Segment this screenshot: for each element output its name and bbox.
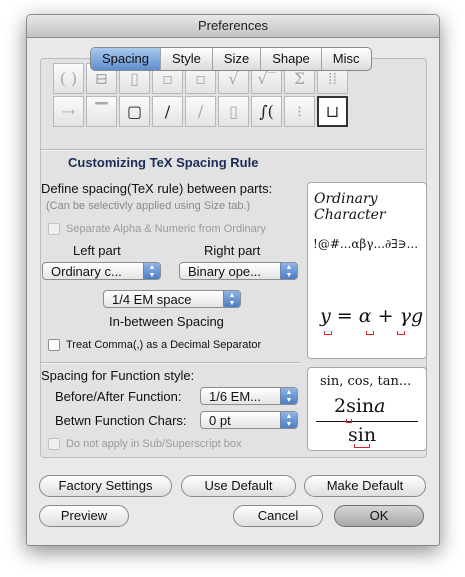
num-coef: 2 bbox=[334, 395, 347, 417]
popup-arrows-icon: ▲ ▼ bbox=[280, 412, 297, 428]
separate-alpha-label: Separate Alpha & Numeric from Ordinary bbox=[66, 223, 266, 235]
divider-top bbox=[41, 149, 425, 151]
in-between-spacing-select[interactable]: 1/4 EM space ▲ ▼ bbox=[103, 290, 241, 308]
left-part-select[interactable]: Ordinary c... ▲ ▼ bbox=[42, 262, 161, 280]
tab-size[interactable]: Size bbox=[213, 48, 262, 70]
tab-style[interactable]: Style bbox=[161, 48, 213, 70]
define-spacing-label: Define spacing(TeX rule) between parts: bbox=[41, 181, 273, 196]
no-subscript-checkbox[interactable]: Do not apply in Sub/Superscript box bbox=[48, 438, 242, 450]
tab-bar: Spacing Style Size Shape Misc bbox=[90, 47, 372, 71]
popup-arrows-icon: ▲ ▼ bbox=[143, 263, 160, 279]
parentheses-icon[interactable]: ( ) bbox=[53, 63, 84, 94]
eq-gamma-g: γg bbox=[400, 305, 424, 327]
preview-title-line2: Character bbox=[314, 207, 386, 223]
element-icon-grid: ( ) ⊟ ▯ ▫ ▫ √ √‾ Σ ⁞⁞ ⇢ ▔ ▢ / ∕ ▯ ∫( ⁝ ⊔ bbox=[53, 63, 381, 127]
fraction-numerator: 2sina bbox=[334, 395, 386, 417]
popup-arrows-icon: ▲ ▼ bbox=[280, 388, 297, 404]
tab-shape[interactable]: Shape bbox=[261, 48, 322, 70]
separate-alpha-checkbox[interactable]: Separate Alpha & Numeric from Ordinary bbox=[48, 223, 266, 235]
popup-arrows-icon: ▲ ▼ bbox=[280, 263, 297, 279]
before-after-select[interactable]: 1/6 EM... ▲ ▼ bbox=[200, 387, 298, 405]
ok-button[interactable]: OK bbox=[334, 505, 424, 527]
checkbox-box[interactable] bbox=[48, 438, 60, 450]
eq-y: y bbox=[320, 305, 331, 327]
spacing-value: 1/4 EM space bbox=[112, 292, 192, 307]
no-subscript-label: Do not apply in Sub/Superscript box bbox=[66, 438, 242, 450]
eq-equals: = bbox=[336, 305, 353, 327]
hint-text: (Can be selectivly applied using Size ta… bbox=[46, 200, 251, 212]
betwn-value: 0 pt bbox=[209, 413, 231, 428]
preview-button[interactable]: Preview bbox=[39, 505, 129, 527]
bracket-icon[interactable]: ⊔ bbox=[317, 96, 348, 127]
factory-settings-button[interactable]: Factory Settings bbox=[39, 475, 172, 497]
preview-title-line1: Ordinary bbox=[314, 191, 378, 207]
spacing-marker bbox=[397, 331, 405, 335]
cancel-button[interactable]: Cancel bbox=[233, 505, 323, 527]
window-title: Preferences bbox=[27, 15, 439, 38]
num-var: a bbox=[374, 395, 386, 417]
eq-gamma: γ bbox=[399, 305, 411, 327]
function-list: sin, cos, tan... bbox=[320, 374, 412, 389]
eq-g: g bbox=[410, 305, 424, 327]
ordinary-preview-box: Ordinary Character !@#...αβγ...∂∃∋... y … bbox=[307, 182, 427, 359]
spacing-marker bbox=[354, 444, 370, 448]
right-part-value: Binary ope... bbox=[188, 264, 261, 279]
betwn-select[interactable]: 0 pt ▲ ▼ bbox=[200, 411, 298, 429]
tab-spacing[interactable]: Spacing bbox=[91, 48, 161, 70]
slash-icon[interactable]: / bbox=[152, 96, 183, 127]
fraction-bar bbox=[316, 421, 418, 422]
left-part-value: Ordinary c... bbox=[51, 264, 122, 279]
preview-equation: y = α + γg bbox=[320, 305, 423, 327]
spacing-marker bbox=[346, 419, 352, 423]
spacing-marker bbox=[324, 331, 332, 335]
divider-middle bbox=[41, 362, 300, 364]
fraction-denominator: sin bbox=[348, 424, 377, 446]
checkbox-box[interactable] bbox=[48, 339, 60, 351]
right-part-label: Right part bbox=[204, 243, 261, 258]
box-icon[interactable]: ▢ bbox=[119, 96, 150, 127]
treat-comma-label: Treat Comma(,) as a Decimal Separator bbox=[66, 339, 262, 351]
before-after-value: 1/6 EM... bbox=[209, 389, 262, 404]
overbar-icon[interactable]: ▔ bbox=[86, 96, 117, 127]
in-between-label: In-between Spacing bbox=[109, 314, 224, 329]
num-fn: sin bbox=[346, 395, 375, 417]
spacing-marker bbox=[366, 331, 374, 335]
eq-plus: + bbox=[377, 305, 394, 327]
betwn-label: Betwn Function Chars: bbox=[55, 413, 187, 428]
italic-slash-icon[interactable]: ∕ bbox=[185, 96, 216, 127]
make-default-button[interactable]: Make Default bbox=[304, 475, 426, 497]
treat-comma-checkbox[interactable]: Treat Comma(,) as a Decimal Separator bbox=[48, 339, 261, 351]
right-part-select[interactable]: Binary ope... ▲ ▼ bbox=[179, 262, 298, 280]
arrow-box-icon[interactable]: ⇢ bbox=[53, 96, 84, 127]
before-after-label: Before/After Function: bbox=[55, 389, 182, 404]
checkbox-box[interactable] bbox=[48, 223, 60, 235]
dotted-box-icon[interactable]: ⁝ bbox=[284, 96, 315, 127]
popup-arrows-icon: ▲ ▼ bbox=[223, 291, 240, 307]
function-style-label: Spacing for Function style: bbox=[41, 368, 195, 383]
section-heading: Customizing TeX Spacing Rule bbox=[68, 155, 259, 170]
use-default-button[interactable]: Use Default bbox=[181, 475, 296, 497]
tab-misc[interactable]: Misc bbox=[322, 48, 371, 70]
eq-alpha: α bbox=[358, 305, 372, 327]
preview-char-sample: !@#...αβγ...∂∃∋... bbox=[313, 237, 419, 251]
function-preview-box: sin, cos, tan... 2sina sin bbox=[307, 367, 427, 451]
tall-box-icon[interactable]: ▯ bbox=[218, 96, 249, 127]
left-part-label: Left part bbox=[73, 243, 121, 258]
integral-paren-icon[interactable]: ∫( bbox=[251, 96, 282, 127]
